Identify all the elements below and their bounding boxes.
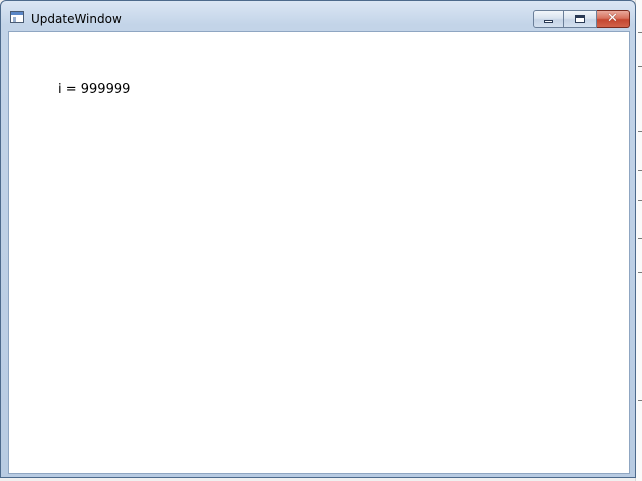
maximize-button[interactable] (564, 10, 597, 28)
restore-icon (575, 15, 585, 23)
close-icon: ✕ (607, 11, 618, 26)
application-icon[interactable] (10, 11, 24, 23)
caption-buttons: ✕ (533, 10, 630, 28)
background-window-tick (638, 272, 642, 273)
background-window-tick (638, 400, 642, 401)
background-window-tick (638, 170, 642, 171)
window-title: UpdateWindow (31, 12, 122, 26)
counter-text: i = 999999 (58, 82, 131, 97)
background-window-tick (638, 238, 642, 239)
title-bar[interactable]: UpdateWindow ✕ (1, 1, 635, 31)
background-window-edge (635, 0, 642, 481)
background-window-tick (638, 32, 642, 33)
client-area[interactable]: i = 999999 (8, 31, 630, 474)
background-window-tick (638, 66, 642, 67)
minimize-button[interactable] (533, 10, 564, 28)
close-button[interactable]: ✕ (597, 10, 630, 28)
update-window: UpdateWindow ✕ i = 999999 (0, 0, 636, 478)
background-window-tick (638, 131, 642, 132)
minimize-icon (544, 20, 553, 23)
background-window-tick (638, 200, 642, 201)
